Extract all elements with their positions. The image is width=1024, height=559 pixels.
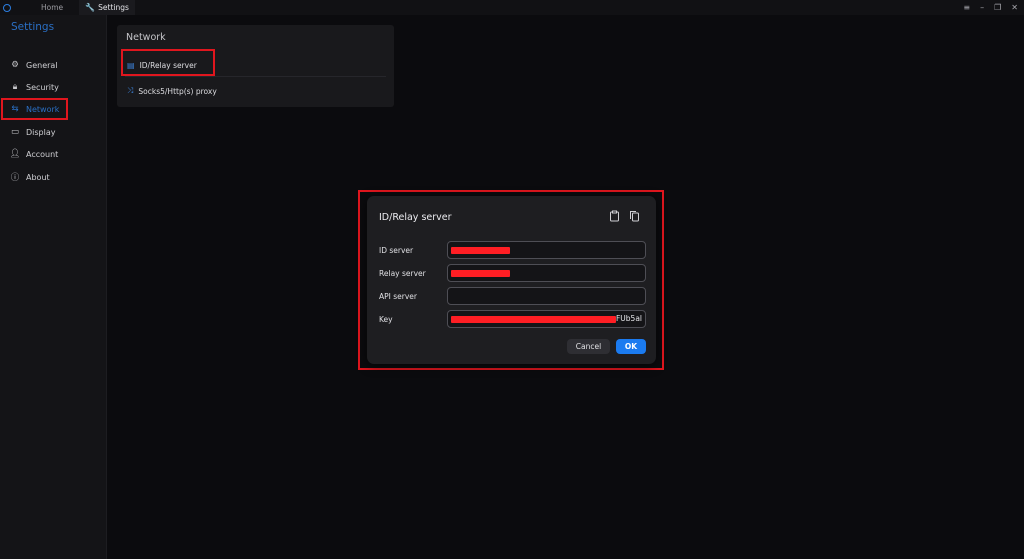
key-visible-tail: FUb5al [615, 314, 642, 323]
api-server-input[interactable] [447, 287, 646, 305]
sidebar-item-label: Security [26, 82, 59, 92]
relay-server-label: Relay server [379, 269, 426, 278]
api-server-label: API server [379, 292, 417, 301]
key-label: Key [379, 315, 393, 324]
tab-settings[interactable]: 🔧 Settings [79, 0, 135, 15]
sidebar-item-label: General [26, 60, 58, 70]
person-icon: 👤︎ [9, 149, 21, 159]
network-highlight-box [1, 98, 68, 120]
relay-highlight-box [121, 49, 215, 76]
restore-icon[interactable]: ❐ [994, 3, 1001, 12]
title-bar: Home 🔧 Settings ≡ – ❐ ✕ [0, 0, 1024, 15]
proxy-item[interactable]: ⤨ Socks5/Http(s) proxy [127, 83, 217, 99]
wrench-icon: 🔧 [85, 3, 96, 12]
dialog-title: ID/Relay server [379, 212, 452, 223]
proxy-label: Socks5/Http(s) proxy [138, 86, 217, 96]
id-server-input[interactable] [447, 241, 646, 259]
close-icon[interactable]: ✕ [1011, 3, 1018, 12]
tab-home[interactable]: Home [35, 0, 69, 15]
sidebar-item-label: About [26, 172, 50, 182]
redaction-mark [451, 316, 616, 323]
redaction-mark [451, 247, 510, 254]
id-relay-server-dialog: ID/Relay server ID server Relay server A… [367, 196, 656, 364]
key-input[interactable]: FUb5al [447, 310, 646, 328]
redaction-mark [451, 270, 510, 277]
tab-home-label: Home [41, 3, 64, 12]
sidebar-item-general[interactable]: ⚙ General [9, 57, 99, 73]
info-icon: ⓘ [10, 173, 20, 183]
gear-icon: ⚙ [11, 60, 19, 70]
app-logo-icon [3, 3, 11, 12]
relay-server-input[interactable] [447, 264, 646, 282]
proxy-icon: ⤨ [127, 86, 134, 95]
monitor-icon: ▭ [10, 127, 20, 137]
copy-icon[interactable] [628, 210, 640, 222]
divider [125, 76, 386, 77]
sidebar-item-label: Display [26, 127, 56, 137]
sidebar-item-security[interactable]: 🔒︎ Security [9, 79, 99, 95]
sidebar-item-about[interactable]: ⓘ About [9, 169, 99, 185]
minimize-icon[interactable]: – [980, 3, 984, 12]
tab-settings-label: Settings [98, 3, 129, 12]
menu-icon[interactable]: ≡ [963, 3, 970, 12]
cancel-button[interactable]: Cancel [567, 339, 610, 354]
sidebar-title: Settings [11, 21, 55, 33]
ok-button[interactable]: OK [616, 339, 646, 354]
sidebar-item-display[interactable]: ▭ Display [9, 124, 99, 140]
sidebar: Settings ⚙ General 🔒︎ Security ⇆ Network… [0, 15, 107, 559]
paste-icon[interactable] [608, 210, 620, 222]
lock-icon: 🔒︎ [12, 82, 18, 92]
sidebar-item-label: Account [26, 149, 59, 159]
id-server-label: ID server [379, 246, 414, 255]
window-controls: ≡ – ❐ ✕ [963, 0, 1018, 15]
network-panel-title: Network [126, 32, 166, 43]
sidebar-item-account[interactable]: 👤︎ Account [9, 146, 99, 162]
